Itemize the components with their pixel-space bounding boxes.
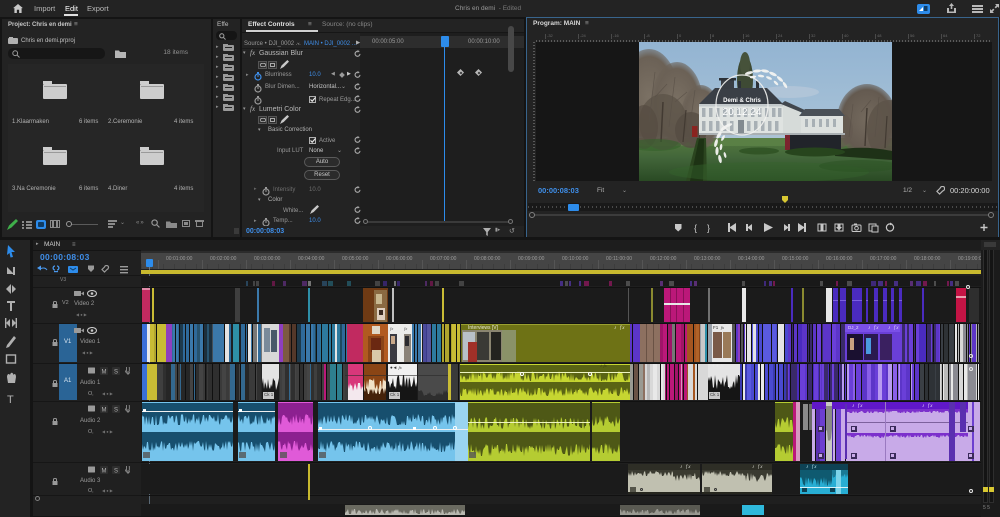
svg-text:M: M xyxy=(102,469,107,475)
svg-text:M: M xyxy=(102,370,107,376)
svg-text:S: S xyxy=(114,408,118,414)
svg-text:S: S xyxy=(114,370,118,376)
svg-text:Demi & Chris: Demi & Chris xyxy=(723,98,761,104)
svg-text:}: } xyxy=(707,223,710,233)
svg-text:T: T xyxy=(7,394,14,406)
svg-text:20.12.24: 20.12.24 xyxy=(723,107,762,118)
svg-text:S: S xyxy=(114,469,118,475)
svg-text:M: M xyxy=(102,408,107,414)
svg-text:{: { xyxy=(694,223,697,233)
